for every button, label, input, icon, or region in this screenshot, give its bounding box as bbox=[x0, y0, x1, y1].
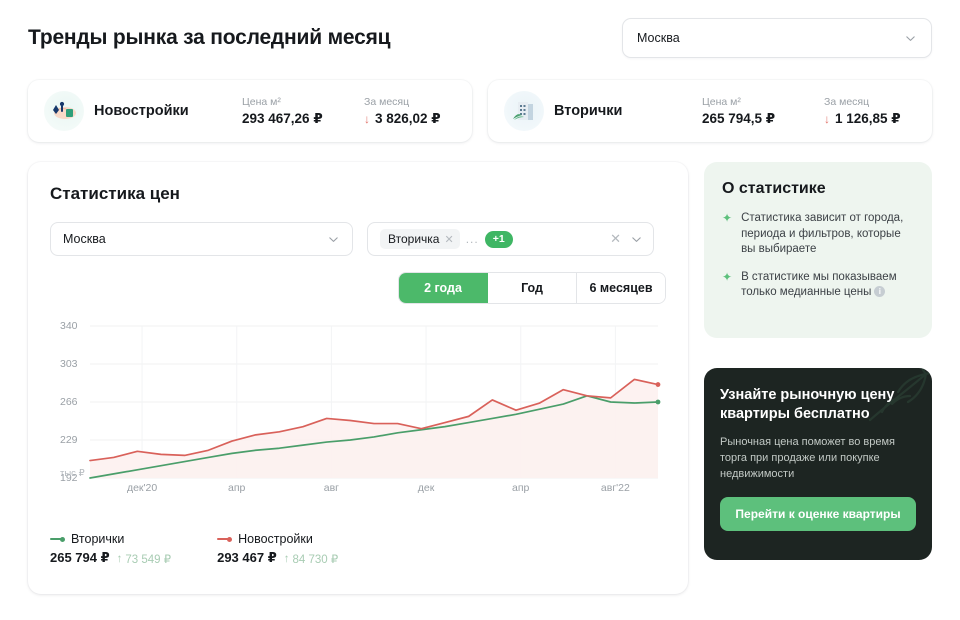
metric-month-value: 1 126,85 ₽ bbox=[835, 110, 901, 126]
promo-subtitle: Рыночная цена поможет во время торга при… bbox=[720, 436, 896, 480]
price-chart: 340 303 266 229 192 тыс ₽ дек'20 апр авг дек апр… bbox=[50, 320, 666, 507]
chart-filters: Москва Вторичка ✕ ... +1 ✕ bbox=[50, 222, 666, 256]
legend-value: 265 794 ₽ bbox=[50, 550, 110, 565]
legend-item-vtorichki[interactable]: Вторички 265 794 ₽ ↑ 73 549 ₽ bbox=[50, 532, 171, 566]
summary-card-name: Новостройки bbox=[94, 103, 189, 119]
chevron-down-icon bbox=[906, 35, 915, 41]
promo-cta-button[interactable]: Перейти к оценке квартиры bbox=[720, 497, 916, 531]
multiselect-actions: ✕ bbox=[610, 231, 643, 247]
legend-line-swatch bbox=[217, 536, 233, 542]
legend-delta-value: 84 730 ₽ bbox=[292, 554, 339, 566]
overflow-dots: ... bbox=[465, 232, 479, 246]
chart-card: Статистика цен Москва Вторичка ✕ ... +1 bbox=[28, 162, 688, 594]
period-tab-6-months[interactable]: 6 месяцев bbox=[577, 273, 665, 303]
y-axis-tick-label: 229 bbox=[60, 434, 78, 446]
arrow-down-icon: ↓ bbox=[824, 111, 830, 126]
metric-month-value: 3 826,02 ₽ bbox=[375, 110, 441, 126]
arrow-up-icon: ↑ bbox=[283, 553, 290, 565]
x-axis-tick-label: апр bbox=[228, 482, 246, 494]
metric-month-value-wrap: ↓ 3 826,02 ₽ bbox=[364, 111, 456, 127]
metric-month: За месяц ↓ 1 126,85 ₽ bbox=[824, 96, 916, 127]
arrow-down-icon: ↓ bbox=[364, 111, 370, 126]
about-statistics-panel: О статистике ✦ Статистика зависит от гор… bbox=[704, 162, 932, 338]
legend-delta: ↑ 84 730 ₽ bbox=[284, 552, 338, 566]
metric-price-label: Цена м² bbox=[242, 95, 281, 108]
legend-value: 293 467 ₽ bbox=[217, 550, 277, 565]
chip-vtorichka[interactable]: Вторичка ✕ bbox=[380, 229, 460, 249]
chip-label: Вторичка bbox=[388, 232, 440, 246]
chart-legend: Вторички 265 794 ₽ ↑ 73 549 ₽ Новостройк… bbox=[50, 532, 338, 566]
metric-month-value-wrap: ↓ 1 126,85 ₽ bbox=[824, 111, 916, 127]
page-header: Тренды рынка за последний месяц Москва bbox=[0, 0, 960, 76]
promo-title: Узнайте рыночную цену квартиры бесплатно bbox=[720, 387, 895, 422]
about-item-text-wrap: В статистике мы показываем только медиан… bbox=[741, 270, 914, 301]
x-axis-ticks: дек'20 апр авг дек апр авг'22 bbox=[50, 482, 710, 502]
period-tab-2-years[interactable]: 2 года bbox=[399, 273, 488, 303]
period-segmented-control: 2 года Год 6 месяцев bbox=[398, 272, 666, 304]
arrow-up-icon: ↑ bbox=[116, 553, 123, 565]
y-axis-tick-label: 340 bbox=[60, 320, 78, 332]
x-axis-tick-label: авг'22 bbox=[600, 482, 630, 494]
summary-card-novostroyki[interactable]: Новостройки Цена м² 293 467,26 ₽ За меся… bbox=[28, 80, 472, 142]
selected-chips: Вторичка ✕ ... +1 bbox=[380, 229, 513, 249]
legend-label: Новостройки bbox=[238, 532, 313, 546]
metric-price-value: 293 467,26 ₽ bbox=[242, 110, 323, 126]
x-axis-tick-label: дек bbox=[417, 482, 435, 494]
y-axis-tick-label: 266 bbox=[60, 396, 78, 408]
metric-price-value: 265 794,5 ₽ bbox=[702, 110, 776, 126]
building-icon bbox=[504, 91, 544, 131]
sparkle-icon: ✦ bbox=[722, 269, 733, 284]
about-item-text: Статистика зависит от города, периода и … bbox=[741, 212, 904, 255]
house-keys-icon bbox=[44, 91, 84, 131]
header-city-value: Москва bbox=[637, 31, 680, 45]
chip-remove-icon[interactable]: ✕ bbox=[444, 233, 453, 246]
chevron-down-icon[interactable] bbox=[630, 233, 643, 246]
x-axis-tick-label: апр bbox=[512, 482, 530, 494]
summary-card-vtorichki[interactable]: Вторички Цена м² 265 794,5 ₽ За месяц ↓ … bbox=[488, 80, 932, 142]
legend-label: Вторички bbox=[71, 532, 125, 546]
y-axis-tick-label: 303 bbox=[60, 358, 78, 370]
more-count-badge[interactable]: +1 bbox=[484, 230, 513, 248]
header-city-select[interactable]: Москва bbox=[622, 18, 932, 58]
summary-cards-row: Новостройки Цена м² 293 467,26 ₽ За меся… bbox=[28, 80, 932, 142]
about-list-item: ✦ В статистике мы показываем только меди… bbox=[722, 270, 914, 301]
metric-month: За месяц ↓ 3 826,02 ₽ bbox=[364, 96, 456, 127]
legend-item-novostroyki[interactable]: Новостройки 293 467 ₽ ↑ 84 730 ₽ bbox=[217, 532, 338, 566]
sparkle-icon: ✦ bbox=[722, 211, 733, 225]
period-tab-year[interactable]: Год bbox=[488, 273, 577, 303]
legend-delta-value: 73 549 ₽ bbox=[125, 554, 172, 566]
about-list-item: ✦ Статистика зависит от города, периода … bbox=[722, 211, 914, 258]
info-help-icon[interactable]: i bbox=[874, 286, 886, 298]
metric-price: Цена м² 293 467,26 ₽ bbox=[242, 96, 334, 127]
metric-price-label: Цена м² bbox=[702, 95, 741, 108]
legend-delta: ↑ 73 549 ₽ bbox=[117, 552, 171, 566]
chart-type-multiselect[interactable]: Вторичка ✕ ... +1 ✕ bbox=[367, 222, 654, 256]
summary-card-metrics: Цена м² 265 794,5 ₽ За месяц ↓ 1 126,85 … bbox=[702, 96, 916, 127]
about-panel-title: О статистике bbox=[722, 180, 826, 197]
metric-price: Цена м² 265 794,5 ₽ bbox=[702, 96, 794, 127]
chart-title: Статистика цен bbox=[50, 184, 180, 203]
legend-line-swatch bbox=[50, 536, 65, 542]
page-title: Тренды рынка за последний месяц bbox=[28, 26, 391, 49]
page-root: Тренды рынка за последний месяц Москва Н… bbox=[0, 0, 960, 620]
summary-card-name: Вторички bbox=[554, 103, 623, 119]
metric-month-label: За месяц bbox=[824, 95, 870, 108]
summary-card-metrics: Цена м² 293 467,26 ₽ За месяц ↓ 3 826,02… bbox=[242, 96, 456, 127]
metric-month-label: За месяц bbox=[364, 95, 410, 108]
chevron-down-icon bbox=[329, 236, 338, 242]
x-axis-tick-label: авг bbox=[323, 482, 340, 494]
y-axis-unit: тыс ₽ bbox=[60, 468, 85, 479]
chart-city-value: Москва bbox=[63, 232, 106, 246]
chart-svg bbox=[89, 325, 661, 479]
chart-city-select[interactable]: Москва bbox=[50, 222, 353, 256]
x-axis-tick-label: дек'20 bbox=[126, 482, 158, 494]
clear-all-icon[interactable]: ✕ bbox=[610, 231, 621, 247]
promo-card: Узнайте рыночную цену квартиры бесплатно… bbox=[704, 368, 932, 560]
about-item-text: В статистике мы показываем только медиан… bbox=[741, 270, 897, 299]
